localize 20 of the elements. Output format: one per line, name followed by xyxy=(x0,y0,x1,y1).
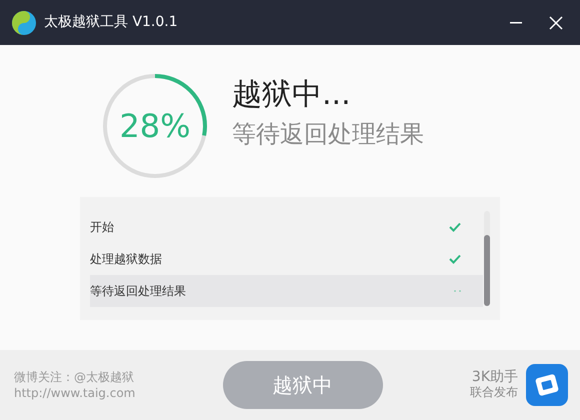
progress-percent: 28% xyxy=(119,106,191,147)
step-label: 开始 xyxy=(90,219,114,236)
step-row[interactable]: 开始 xyxy=(90,211,483,243)
step-row[interactable]: 等待返回处理结果 xyxy=(90,275,483,307)
scrollbar[interactable] xyxy=(484,211,490,306)
weibo-text: 微博关注：@太极越狱 xyxy=(14,368,135,385)
partner-note: 联合发布 xyxy=(470,385,518,399)
status-title: 越狱中... xyxy=(232,77,352,113)
window-title: 太极越狱工具 V1.0.1 xyxy=(44,13,178,32)
step-label: 处理越狱数据 xyxy=(90,251,162,268)
partner-name: 3K助手 xyxy=(470,370,518,385)
close-icon xyxy=(549,16,563,30)
minimize-icon xyxy=(510,22,522,24)
logo-icon xyxy=(12,10,36,34)
check-icon xyxy=(449,222,461,232)
step-row[interactable]: 处理越狱数据 xyxy=(90,243,483,275)
check-icon xyxy=(449,254,461,264)
step-label: 等待返回处理结果 xyxy=(90,283,186,300)
status-subtitle: 等待返回处理结果 xyxy=(232,119,424,150)
app-logo-icon xyxy=(526,364,568,406)
